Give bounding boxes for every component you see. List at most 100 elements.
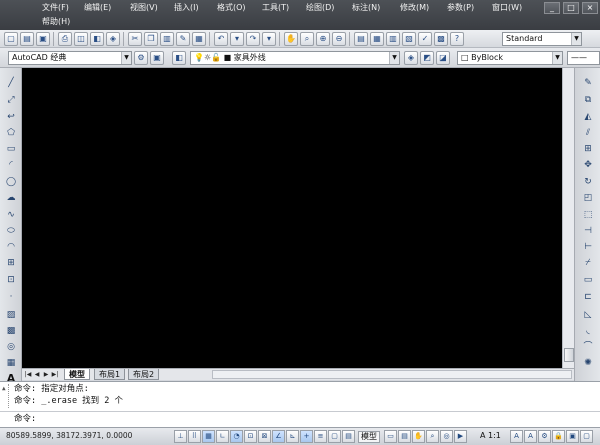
circle-icon[interactable]: ◯ xyxy=(4,175,18,189)
region-icon[interactable]: ◎ xyxy=(4,340,18,354)
move-icon[interactable]: ✥ xyxy=(581,158,595,172)
make-block-icon[interactable]: ⊡ xyxy=(4,273,18,287)
steering-wheel-icon[interactable]: ◎ xyxy=(440,430,453,443)
quick-view-layouts-icon[interactable]: ▭ xyxy=(384,430,397,443)
spline-icon[interactable]: ∿ xyxy=(4,208,18,222)
trim-icon[interactable]: ⊣ xyxy=(581,224,595,238)
transparency-icon[interactable]: ▢ xyxy=(328,430,341,443)
snap-icon[interactable]: ⠿ xyxy=(188,430,201,443)
new-file-icon[interactable]: ▢ xyxy=(4,32,18,46)
insert-block-icon[interactable]: ⊞ xyxy=(4,256,18,270)
tab-model[interactable]: 模型 xyxy=(64,369,90,380)
explode-icon[interactable]: ✺ xyxy=(581,356,595,370)
line-icon[interactable]: ╱ xyxy=(4,76,18,90)
zoom-status-icon[interactable]: ⌕ xyxy=(426,430,439,443)
table-icon[interactable]: ▦ xyxy=(4,356,18,370)
text-style-select[interactable]: Standard ▼ xyxy=(502,32,582,46)
menu-view[interactable]: 视图(V) xyxy=(130,1,158,15)
minimize-button[interactable]: _ xyxy=(544,2,560,14)
break-icon[interactable]: ▭ xyxy=(581,273,595,287)
array-icon[interactable]: ⊞ xyxy=(581,142,595,156)
menu-help[interactable]: 帮助(H) xyxy=(42,15,70,29)
tab-last-icon[interactable]: ▶| xyxy=(51,370,59,379)
mirror-icon[interactable]: ◭ xyxy=(581,110,595,124)
blend-curves-icon[interactable]: ⌒ xyxy=(581,340,595,354)
showmotion-icon[interactable]: ▶ xyxy=(454,430,467,443)
help-icon[interactable]: ? xyxy=(450,32,464,46)
revision-cloud-icon[interactable]: ☁ xyxy=(4,191,18,205)
join-icon[interactable]: ⊏ xyxy=(581,290,595,304)
make-current-layer-icon[interactable]: ◈ xyxy=(404,51,418,65)
zoom-realtime-icon[interactable]: ⌕ xyxy=(300,32,314,46)
ortho-icon[interactable]: ∟ xyxy=(216,430,229,443)
tab-prev-icon[interactable]: ◀ xyxy=(33,370,41,379)
publish-icon[interactable]: ◧ xyxy=(90,32,104,46)
erase-icon[interactable]: ✎ xyxy=(581,76,595,90)
clean-screen-icon[interactable]: ▢ xyxy=(580,430,593,443)
layer-select[interactable]: 💡☼🔓 ■ 家具外线 ▼ xyxy=(190,51,400,65)
arc-icon[interactable]: ◜ xyxy=(4,158,18,172)
layer-iso-icon[interactable]: ◪ xyxy=(436,51,450,65)
copy-object-icon[interactable]: ⧉ xyxy=(581,93,595,107)
design-center-icon[interactable]: ▦ xyxy=(370,32,384,46)
stretch-icon[interactable]: ⬚ xyxy=(581,208,595,222)
redo-dropdown-icon[interactable]: ▾ xyxy=(262,32,276,46)
close-button[interactable]: × xyxy=(582,2,598,14)
workspace-settings-icon[interactable]: ⚙ xyxy=(134,51,148,65)
copy-icon[interactable]: ❐ xyxy=(144,32,158,46)
quickcalc-icon[interactable]: ▩ xyxy=(434,32,448,46)
rotate-icon[interactable]: ↻ xyxy=(581,175,595,189)
menu-draw[interactable]: 绘图(D) xyxy=(306,1,334,15)
print-icon[interactable]: ⎙ xyxy=(58,32,72,46)
dynamic-ucs-icon[interactable]: ⊾ xyxy=(286,430,299,443)
workspace-switching-icon[interactable]: ⚙ xyxy=(538,430,551,443)
polar-tracking-icon[interactable]: ◔ xyxy=(230,430,243,443)
horizontal-scrollbar[interactable] xyxy=(212,370,572,379)
undo-dropdown-icon[interactable]: ▾ xyxy=(230,32,244,46)
annotation-visibility-icon[interactable]: A xyxy=(510,430,523,443)
tool-palettes-icon[interactable]: ▥ xyxy=(386,32,400,46)
grid-icon[interactable]: ▦ xyxy=(202,430,215,443)
drawing-canvas[interactable] xyxy=(22,68,562,368)
quick-properties-icon[interactable]: ▤ xyxy=(342,430,355,443)
properties-icon[interactable]: ▤ xyxy=(354,32,368,46)
scroll-thumb[interactable] xyxy=(564,348,574,362)
ellipse-icon[interactable]: ⬭ xyxy=(4,224,18,238)
menu-parametric[interactable]: 参数(P) xyxy=(447,1,474,15)
redo-icon[interactable]: ↷ xyxy=(246,32,260,46)
menu-insert[interactable]: 插入(I) xyxy=(174,1,199,15)
layer-previous-icon[interactable]: ◩ xyxy=(420,51,434,65)
tab-layout1[interactable]: 布局1 xyxy=(94,369,126,380)
auto-scale-icon[interactable]: A xyxy=(524,430,537,443)
pan-status-icon[interactable]: ✋ xyxy=(412,430,425,443)
match-properties-icon[interactable]: ✎ xyxy=(176,32,190,46)
zoom-window-icon[interactable]: ⊕ xyxy=(316,32,330,46)
polyline-icon[interactable]: ↩ xyxy=(4,110,18,124)
tab-layout2[interactable]: 布局2 xyxy=(128,369,160,380)
open-file-icon[interactable]: ▤ xyxy=(20,32,34,46)
rectangle-icon[interactable]: ▭ xyxy=(4,142,18,156)
zoom-previous-icon[interactable]: ⊖ xyxy=(332,32,346,46)
3d-object-snap-icon[interactable]: ⊠ xyxy=(258,430,271,443)
3d-dwf-icon[interactable]: ◈ xyxy=(106,32,120,46)
quick-view-drawings-icon[interactable]: ▤ xyxy=(398,430,411,443)
lineweight-icon[interactable]: ≡ xyxy=(314,430,327,443)
undo-icon[interactable]: ↶ xyxy=(214,32,228,46)
menu-file[interactable]: 文件(F) xyxy=(42,1,69,15)
hardware-acceleration-icon[interactable]: ▣ xyxy=(566,430,579,443)
lock-ui-icon[interactable]: 🔒 xyxy=(552,430,565,443)
point-icon[interactable]: · xyxy=(4,290,18,304)
menu-tools[interactable]: 工具(T) xyxy=(262,1,289,15)
menu-format[interactable]: 格式(O) xyxy=(217,1,246,15)
color-select[interactable]: □ ByBlock ▼ xyxy=(457,51,563,65)
hatch-icon[interactable]: ▨ xyxy=(4,308,18,322)
markup-icon[interactable]: ✓ xyxy=(418,32,432,46)
menu-modify[interactable]: 修改(M) xyxy=(400,1,429,15)
block-editor-icon[interactable]: ▦ xyxy=(192,32,206,46)
vertical-scrollbar[interactable] xyxy=(562,68,574,368)
chamfer-icon[interactable]: ◺ xyxy=(581,308,595,322)
sheet-set-icon[interactable]: ▧ xyxy=(402,32,416,46)
save-icon[interactable]: ▣ xyxy=(36,32,50,46)
scale-icon[interactable]: ◰ xyxy=(581,191,595,205)
object-snap-icon[interactable]: ⊡ xyxy=(244,430,257,443)
